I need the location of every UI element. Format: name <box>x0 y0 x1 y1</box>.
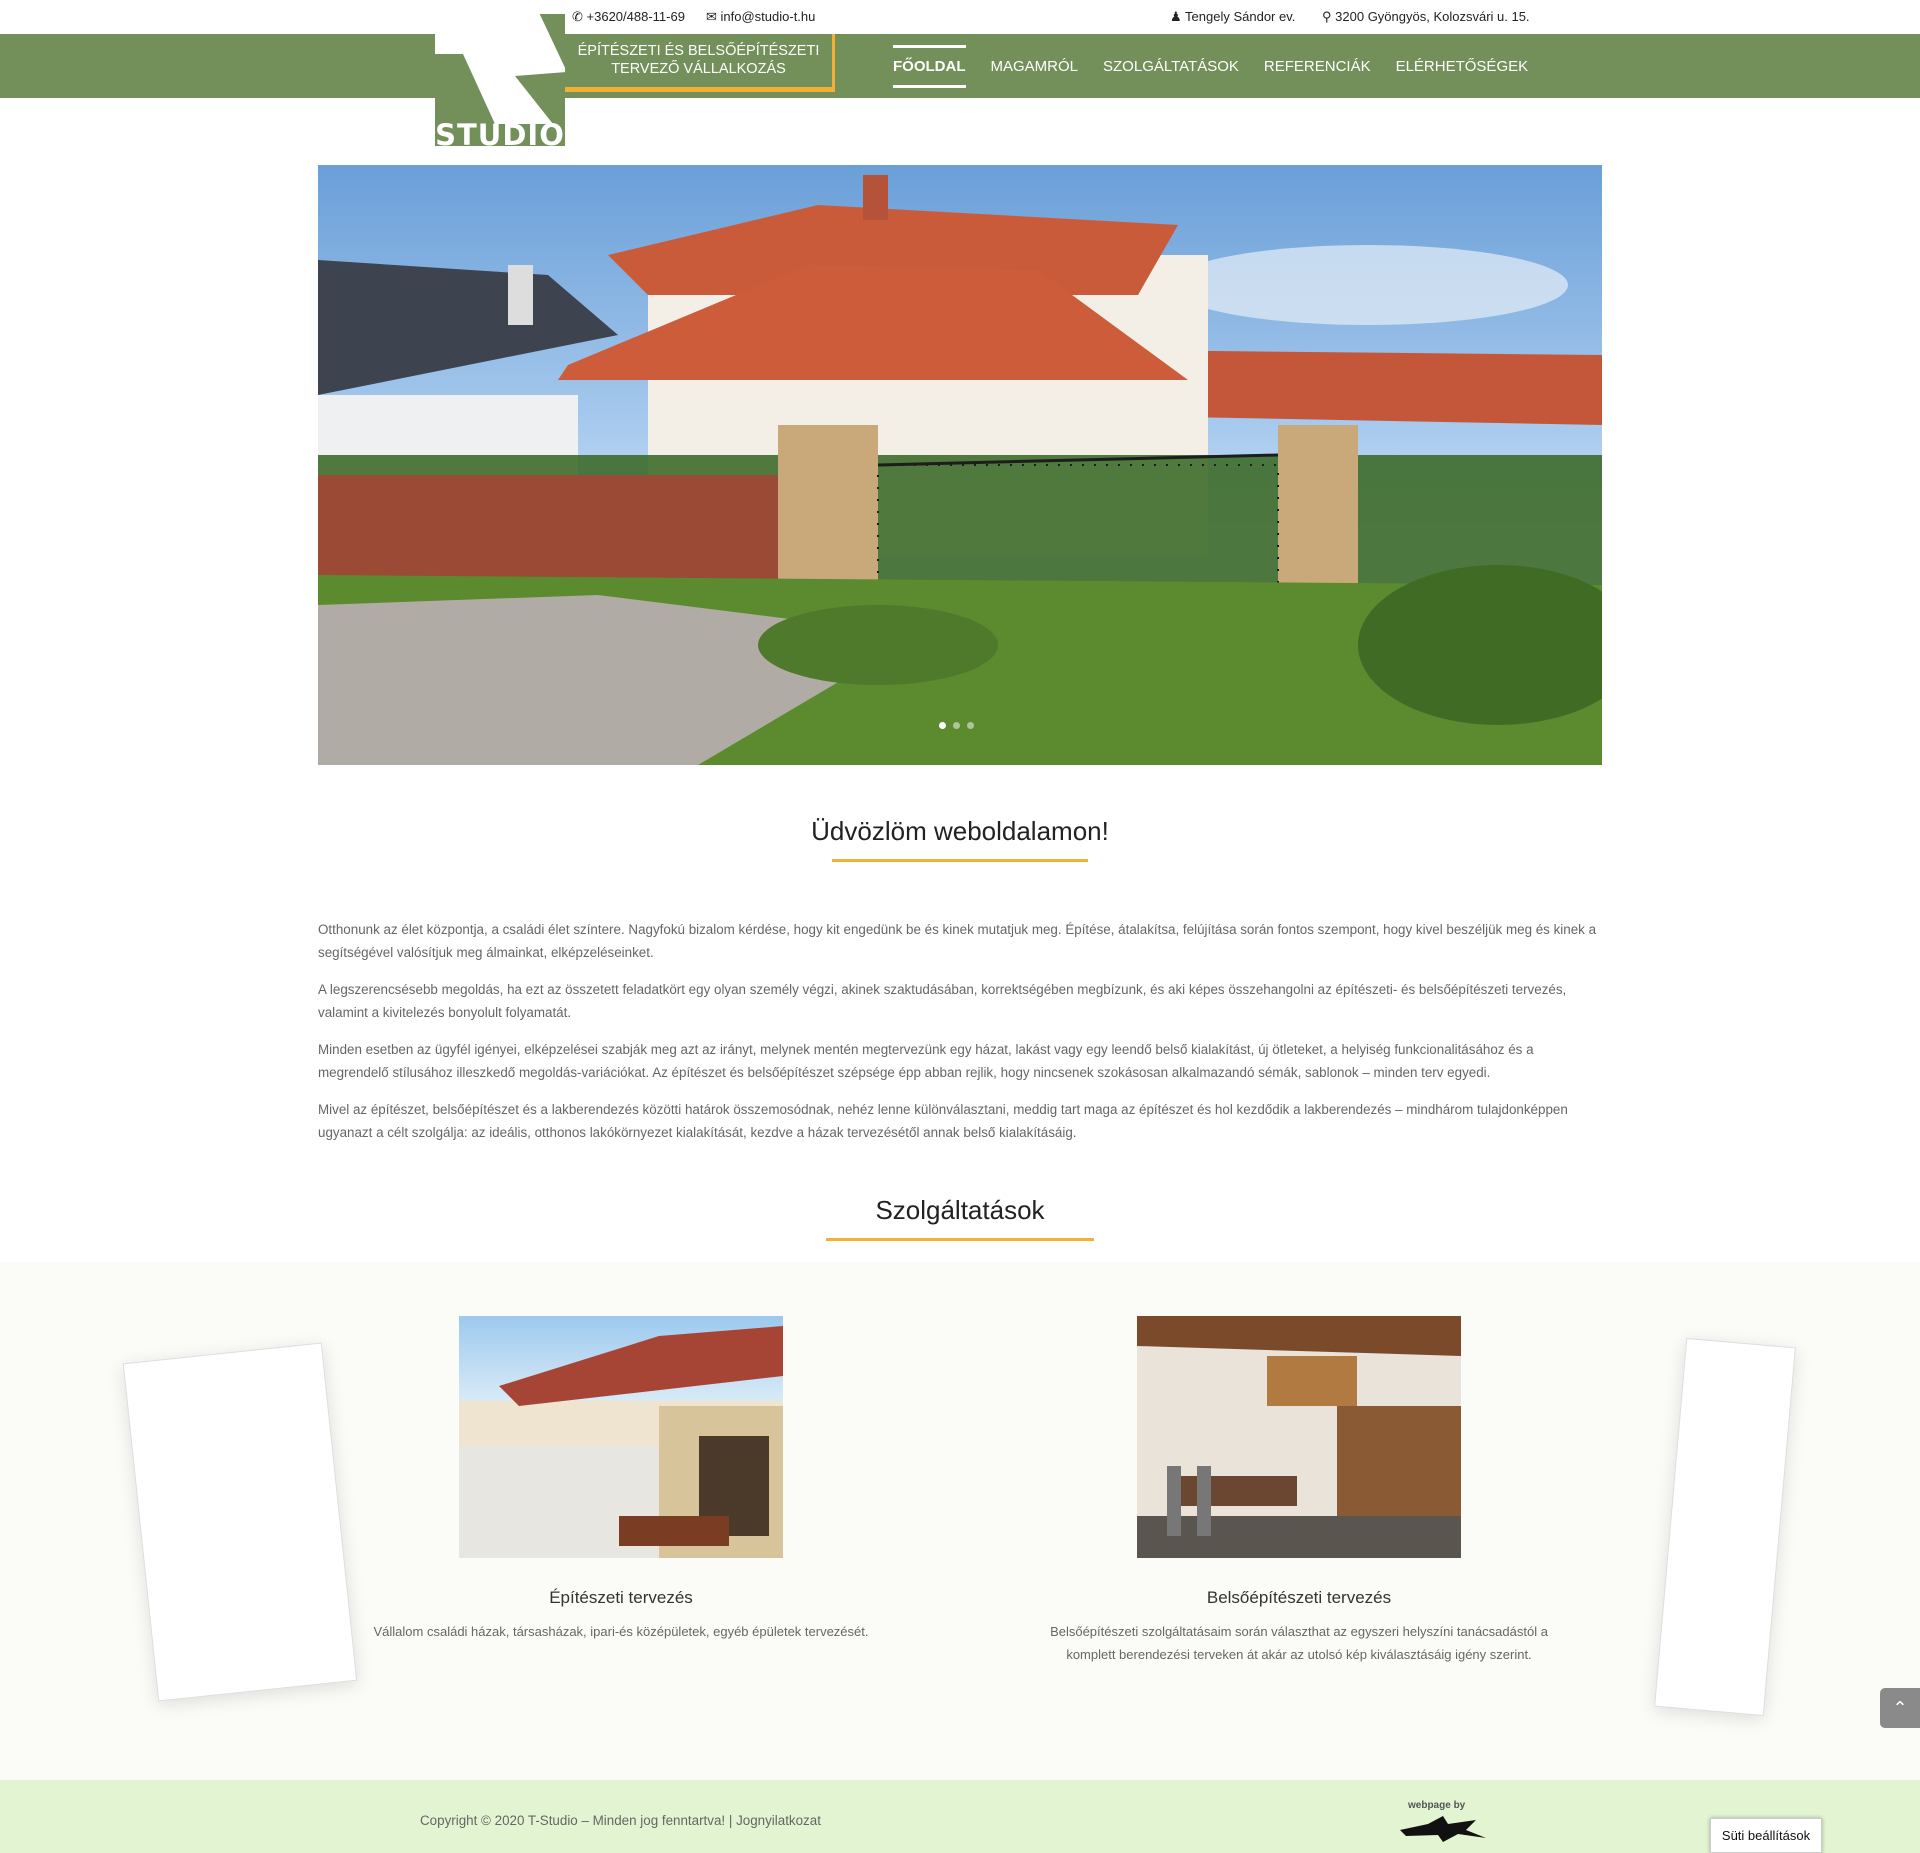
services-section <box>0 1262 1920 1780</box>
email-link[interactable]: ✉ info@studio-t.hu <box>706 9 815 25</box>
service-title[interactable]: Belsőépítészeti tervezés <box>1019 1588 1579 1608</box>
tagline-line-1: ÉPÍTÉSZETI ÉS BELSŐÉPÍTÉSZETI <box>577 43 820 59</box>
copyright-text: Copyright © 2020 T-Studio – Minden jog f… <box>420 1813 737 1828</box>
blueprint-decoration-right <box>1654 1337 1796 1717</box>
service-description: Vállalom családi házak, társasházak, ipa… <box>373 1624 869 1639</box>
scroll-to-top-button[interactable]: ⌃ <box>1880 1688 1920 1728</box>
owner-info: ♟ Tengely Sándor ev. <box>1170 9 1295 25</box>
nav-fooldal[interactable]: FŐOLDAL <box>893 44 966 88</box>
paragraph: A legszerencsésebb megoldás, ha ezt az ö… <box>318 982 1567 1020</box>
welcome-text: Otthonunk az élet központja, a családi é… <box>318 918 1602 1158</box>
copyright: Copyright © 2020 T-Studio – Minden jog f… <box>420 1813 821 1828</box>
architecture-photo <box>459 1316 783 1558</box>
logo[interactable]: STUDIO <box>435 14 565 146</box>
interior-photo <box>1137 1316 1461 1558</box>
t-logo-icon <box>435 14 565 124</box>
credit-text: webpage by <box>1408 1800 1466 1811</box>
tagline-line-2: TERVEZŐ VÁLLALKOZÁS <box>611 61 786 77</box>
service-card-interior[interactable]: Belsőépítészeti tervezés Belsőépítészeti… <box>1019 1316 1579 1666</box>
address-text: 3200 Gyöngyös, Kolozsvári u. 15. <box>1335 9 1530 24</box>
nav-magamrol[interactable]: MAGAMRÓL <box>991 48 1079 85</box>
services-heading: Szolgáltatások <box>875 1195 1045 1225</box>
nav-elerhetosegek[interactable]: ELÉRHETŐSÉGEK <box>1396 48 1529 85</box>
shark-logo-icon[interactable] <box>1398 1816 1488 1844</box>
paragraph: Minden esetben az ügyfél igényei, elképz… <box>318 1042 1534 1080</box>
house-photo <box>318 175 1602 765</box>
map-pin-icon: ⚲ <box>1322 9 1332 24</box>
phone-text: +3620/488-11-69 <box>586 9 685 24</box>
slider-dot-3[interactable] <box>967 722 974 729</box>
service-card-architecture[interactable]: Építészeti tervezés Vállalom családi ház… <box>341 1316 901 1643</box>
welcome-heading: Üdvözlöm weboldalamon! <box>811 816 1109 846</box>
tagline: ÉPÍTÉSZETI ÉS BELSŐÉPÍTÉSZETI TERVEZŐ VÁ… <box>565 34 835 92</box>
legal-link[interactable]: Jognyilatkozat <box>736 1813 821 1828</box>
top-bar: ✆ +3620/488-11-69 ✉ info@studio-t.hu ♟ T… <box>0 0 1920 34</box>
blueprint-decoration-left <box>122 1342 358 1702</box>
service-description: Belsőépítészeti szolgáltatásaim során vá… <box>1050 1624 1548 1662</box>
footer: Copyright © 2020 T-Studio – Minden jog f… <box>0 1780 1920 1853</box>
welcome-underline <box>832 859 1088 862</box>
address-info: ⚲ 3200 Gyöngyös, Kolozsvári u. 15. <box>1322 9 1530 25</box>
hero-slider-image <box>318 165 1602 765</box>
chevron-up-icon: ⌃ <box>1892 1698 1908 1718</box>
house-terrace-image <box>459 1326 783 1558</box>
person-icon: ♟ <box>1170 9 1182 24</box>
phone-link[interactable]: ✆ +3620/488-11-69 <box>572 9 685 25</box>
interior-room-image <box>1137 1316 1461 1558</box>
slider-dot-1[interactable] <box>939 722 946 729</box>
service-title[interactable]: Építészeti tervezés <box>341 1588 901 1608</box>
paragraph: Mivel az építészet, belsőépítészet és a … <box>318 1102 1568 1140</box>
owner-text: Tengely Sándor ev. <box>1185 9 1296 24</box>
nav-referenciak[interactable]: REFERENCIÁK <box>1264 48 1371 85</box>
main-nav: FŐOLDAL MAGAMRÓL SZOLGÁLTATÁSOK REFERENC… <box>893 34 1528 98</box>
email-text: info@studio-t.hu <box>720 9 816 24</box>
slider-dot-2[interactable] <box>953 722 960 729</box>
logo-text: STUDIO <box>435 118 565 146</box>
cookie-settings-button[interactable]: Süti beállítások <box>1710 1818 1822 1853</box>
nav-szolgaltatasok[interactable]: SZOLGÁLTATÁSOK <box>1103 48 1239 85</box>
services-underline <box>826 1238 1094 1241</box>
paragraph: Otthonunk az élet központja, a családi é… <box>318 922 1597 960</box>
